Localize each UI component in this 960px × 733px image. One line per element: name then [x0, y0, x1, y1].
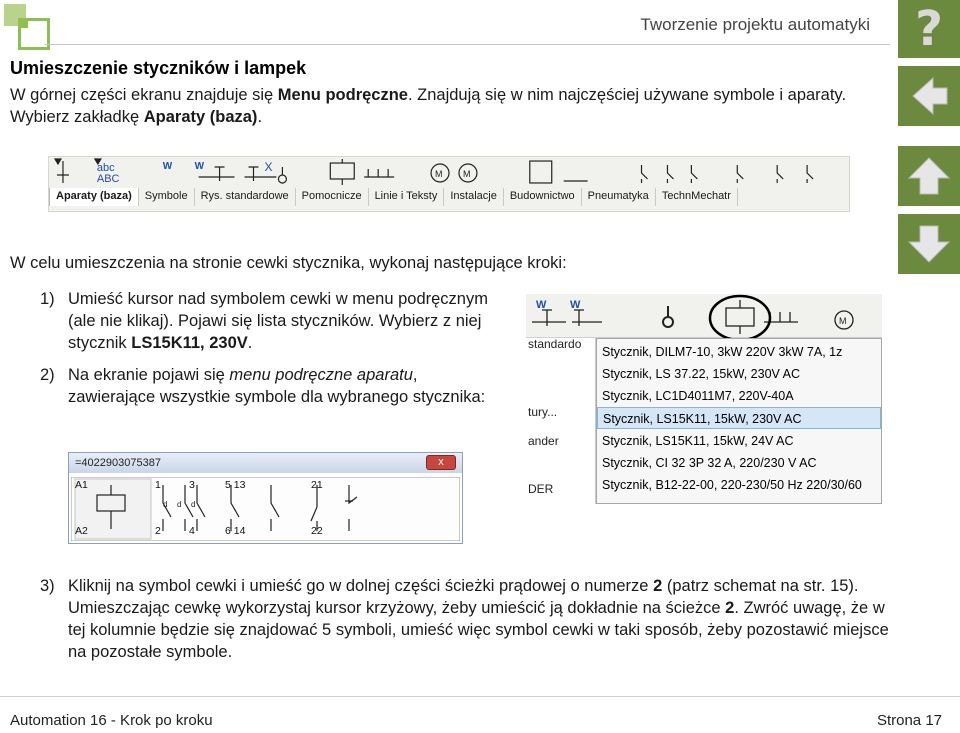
contactor-menu: Stycznik, DILM7-10, 3kW 220V 3kW 7A, 1z … [596, 338, 882, 504]
menu-item-contactor[interactable]: Stycznik, LS15K11, 15kW, 24V AC [597, 430, 881, 452]
svg-text:W: W [570, 299, 581, 311]
menu-item-contactor[interactable]: Stycznik, LS 37.22, 15kW, 230V AC [597, 363, 881, 385]
label-22: 22 [311, 525, 323, 537]
page-number: Strona 17 [876, 712, 942, 729]
svg-text:d: d [177, 500, 181, 509]
label-5-13: 5 13 [225, 479, 246, 491]
toolbar-tabs: Aparaty (baza) Symbole Rys. standardowe … [49, 188, 849, 206]
menu-item-contactor[interactable]: Stycznik, LC1D4011M7, 220V-40A [597, 385, 881, 407]
step-2: 2) Na ekranie pojawi się menu podręczne … [40, 366, 486, 406]
tab-technmechatr[interactable]: TechnMechatr [656, 188, 738, 206]
header-title: Tworzenie projektu automatyki [640, 15, 870, 34]
help-button[interactable]: ? [898, 0, 960, 58]
arrow-down-icon [907, 225, 951, 263]
tab-instalacje[interactable]: Instalacje [444, 188, 504, 206]
tab-rys-standardowe[interactable]: Rys. standardowe [195, 188, 296, 206]
label-1: 1 [155, 479, 161, 491]
tab-pneumatyka[interactable]: Pneumatyka [582, 188, 656, 206]
svg-text:M: M [463, 169, 470, 179]
svg-text:W: W [163, 161, 173, 172]
svg-text:M: M [839, 316, 847, 326]
contact-symbols: d d d [70, 476, 461, 542]
label-2: 2 [155, 525, 161, 537]
question-icon: ? [915, 1, 943, 57]
back-button[interactable] [898, 66, 960, 126]
device-symbol-window: =4022903075387 x d d d A1 1 3 5 13 21 A2… [68, 452, 463, 544]
tab-budownictwo[interactable]: Budownictwo [504, 188, 582, 206]
instructions-lead: W celu umieszczenia na stronie cewki sty… [10, 254, 567, 272]
arrow-up-icon [907, 157, 951, 195]
label-21: 21 [311, 479, 323, 491]
menu-item-contactor-selected[interactable]: Stycznik, LS15K11, 15kW, 230V AC [597, 407, 881, 429]
label-3: 3 [189, 479, 195, 491]
intro-paragraph: W górnej części ekranu znajduje się Menu… [10, 86, 847, 126]
svg-text:ABC: ABC [97, 173, 120, 185]
footer-title: Automation 16 - Krok po kroku [10, 712, 213, 729]
label-a1: A1 [75, 479, 88, 491]
menu-item-contactor[interactable]: Stycznik, DILM7-10, 3kW 220V 3kW 7A, 1z [597, 341, 881, 363]
footer-divider [0, 696, 960, 697]
tab-linie-i-teksty[interactable]: Linie i Teksty [369, 188, 445, 206]
label-4: 4 [189, 525, 195, 537]
down-button[interactable] [898, 214, 960, 274]
section-title: Umieszczenie styczników i lampek [10, 58, 307, 78]
top-divider [44, 44, 890, 45]
close-button[interactable]: x [426, 455, 456, 470]
label-6-14: 6 14 [225, 525, 246, 537]
svg-text:d: d [163, 500, 167, 509]
svg-text:W: W [195, 161, 205, 172]
label-a2: A2 [75, 525, 88, 537]
tab-pomocnicze[interactable]: Pomocnicze [296, 188, 369, 206]
step-1: 1) Umieść kursor nad symbolem cewki w me… [40, 290, 488, 352]
quick-menu-toolbar: abc ABC W W X M M Aparaty (baza) Symbole… [48, 156, 850, 212]
arrow-left-icon [912, 76, 948, 116]
menu-item-contactor[interactable]: Stycznik, CI 32 3P 32 A, 220/230 V AC [597, 452, 881, 474]
dropdown-toolbar: W W M [526, 294, 882, 342]
dropdown-background-fragments: standardo tury... ander DER [526, 337, 596, 504]
symbol-strip: d d d A1 1 3 5 13 21 A2 2 4 6 14 22 [70, 476, 461, 542]
svg-text:W: W [536, 299, 547, 311]
tab-symbole[interactable]: Symbole [139, 188, 195, 206]
svg-text:M: M [435, 169, 442, 179]
svg-text:X: X [264, 160, 272, 174]
toolbar-symbols: abc ABC W W X M M [53, 158, 814, 185]
contactor-dropdown-screenshot: W W M standardo tury... ander DER Styczn… [526, 294, 882, 504]
svg-text:d: d [191, 500, 195, 509]
up-button[interactable] [898, 146, 960, 206]
step-3: 3) Kliknij na symbol cewki i umieść go w… [40, 577, 889, 661]
dropdown-toolbar-symbols: W W M [532, 294, 854, 342]
tab-aparaty-baza[interactable]: Aparaty (baza) [49, 188, 139, 206]
menu-item-contactor[interactable]: Stycznik, B12-22-00, 220-230/50 Hz 220/3… [597, 474, 881, 496]
window-title: =4022903075387 [69, 453, 462, 473]
